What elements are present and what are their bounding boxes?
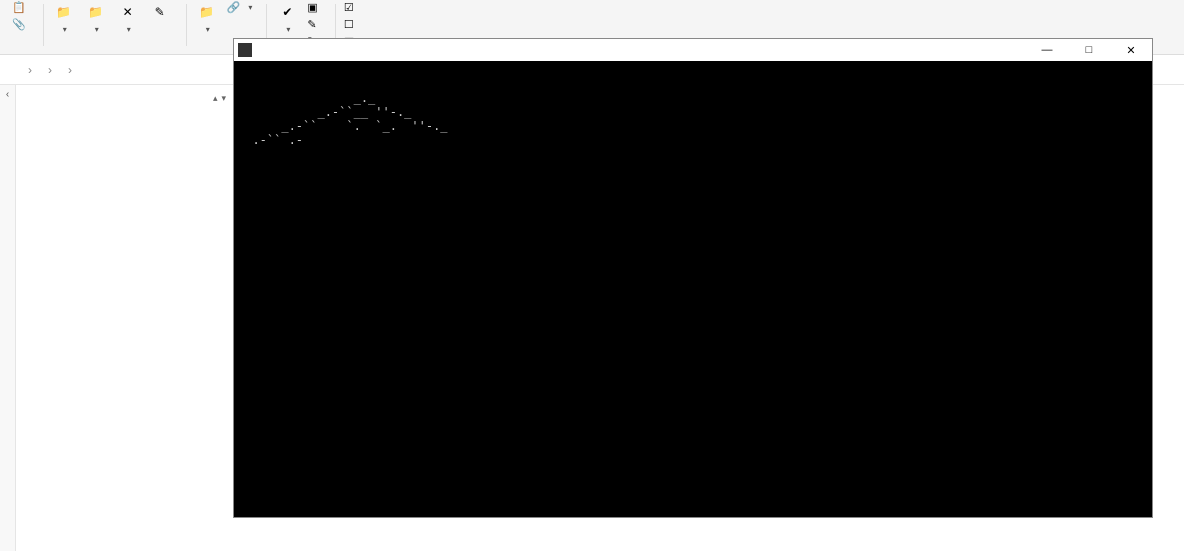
shortcut-icon: 📎 <box>12 18 26 31</box>
maximize-button[interactable]: □ <box>1068 39 1110 61</box>
open-icon: ▣ <box>307 1 317 14</box>
ribbon-group-clipboard: 📋 📎 <box>8 0 33 54</box>
edit-item[interactable]: ✎ <box>303 17 324 32</box>
delete-button[interactable]: ✕ ▾ <box>112 0 144 37</box>
move-to-button[interactable]: 📁 ▾ <box>48 0 80 37</box>
open-item[interactable]: ▣ <box>303 0 324 15</box>
folder-icon: 📁 <box>197 2 217 22</box>
ribbon-group-organize: 📁 ▾ 📁 ▾ ✕ ▾ ✎ <box>48 0 176 54</box>
select-none-icon: ☐ <box>344 18 354 31</box>
cmd-icon <box>238 43 252 57</box>
column-header-name[interactable]: ▴▾ <box>32 89 234 109</box>
copy-path-button[interactable]: 📋 <box>8 0 33 15</box>
paste-shortcut-button[interactable]: 📎 <box>8 17 33 32</box>
select-none-button[interactable]: ☐ <box>340 17 361 32</box>
move-icon: 📁 <box>54 2 74 22</box>
collapse-chevron-icon[interactable]: ‹ <box>0 85 15 100</box>
access-icon: 🔗 <box>227 1 241 14</box>
new-button[interactable]: 📁 ▾ <box>191 0 223 37</box>
console-output: _._ _.-``__ ''-._ _.-`` `. `_. ''-._ .-`… <box>234 61 1152 517</box>
sort-asc-icon[interactable]: ▴ <box>213 93 218 104</box>
rename-icon: ✎ <box>150 2 170 22</box>
console-window: — □ ✕ _._ _.-``__ ''-._ _.-`` `. `_. ''-… <box>233 38 1153 518</box>
console-titlebar[interactable]: — □ ✕ <box>234 39 1152 61</box>
copy-to-button[interactable]: 📁 ▾ <box>80 0 112 37</box>
close-button[interactable]: ✕ <box>1110 39 1152 61</box>
copy-icon: 📁 <box>86 2 106 22</box>
select-all-icon: ☑ <box>344 1 354 14</box>
delete-icon: ✕ <box>118 2 138 22</box>
path-icon: 📋 <box>12 1 26 14</box>
easy-access-button[interactable]: 🔗▾ <box>223 0 257 15</box>
minimize-button[interactable]: — <box>1026 39 1068 61</box>
properties-icon: ✔ <box>277 2 297 22</box>
file-list-panel: ▴▾ <box>16 85 234 551</box>
sort-desc-icon[interactable]: ▾ <box>221 93 226 104</box>
select-all-button[interactable]: ☑ <box>340 0 361 15</box>
edit-icon: ✎ <box>307 18 316 31</box>
nav-sidebar: ‹ <box>0 85 16 551</box>
rename-button[interactable]: ✎ <box>144 0 176 37</box>
